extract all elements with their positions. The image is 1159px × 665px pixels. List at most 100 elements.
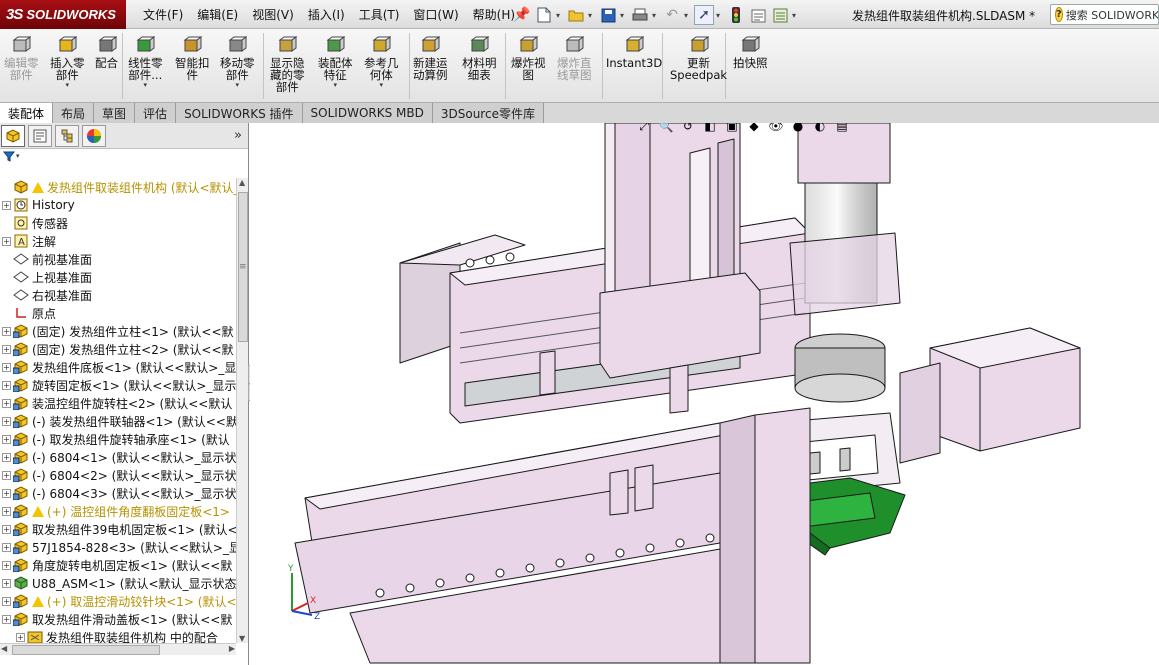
expand-icon[interactable]: + — [2, 578, 11, 588]
tab-3[interactable]: 评估 — [135, 103, 177, 123]
display-manager-tab-icon[interactable] — [82, 124, 106, 147]
zoom-to-fit-icon[interactable]: ⤢ — [635, 123, 653, 135]
expand-icon[interactable]: + — [2, 362, 11, 372]
undo-icon[interactable]: ↶ — [662, 5, 682, 25]
apply-scene-icon[interactable]: ◐ — [811, 123, 829, 135]
tree-node[interactable]: +57J1854-828<3> (默认<<默认>_显 — [0, 538, 236, 556]
filter-dropdown-icon[interactable]: ▾ — [16, 152, 20, 160]
chevron-down-icon[interactable]: ▾ — [143, 81, 147, 89]
expand-icon[interactable]: + — [2, 200, 11, 210]
view-settings-icon[interactable]: ▤ — [833, 123, 851, 135]
tab-4[interactable]: SOLIDWORKS 插件 — [176, 103, 303, 123]
scroll-up-arrow-icon[interactable]: ▲ — [239, 178, 245, 187]
tree-horizontal-scrollbar[interactable]: ◀ ▶ — [0, 643, 236, 655]
edit-component-button[interactable]: 编辑零 部件 — [4, 35, 39, 81]
expand-icon[interactable]: + — [2, 416, 11, 426]
tree-node[interactable]: + 旋转固定板<1> (默认<<默认>_显示 — [0, 376, 236, 394]
expand-icon[interactable]: + — [2, 506, 11, 516]
assembly-model-view[interactable]: Y X Z — [250, 123, 1159, 665]
tree-filter[interactable]: ▾ — [0, 149, 248, 163]
new-dropdown-icon[interactable]: ▾ — [556, 11, 564, 20]
instant3d-button[interactable]: Instant3D — [606, 35, 662, 69]
zoom-area-icon[interactable]: 🔍 — [657, 123, 675, 135]
open-folder-icon[interactable] — [566, 5, 586, 25]
tree-node[interactable]: 发热组件取装组件机构 (默认<默认_显 — [0, 178, 236, 196]
tree-node[interactable]: 上视基准面 — [0, 268, 236, 286]
file-properties-icon[interactable] — [748, 5, 768, 25]
tab-2[interactable]: 草图 — [94, 103, 136, 123]
expand-icon[interactable]: + — [2, 434, 11, 444]
tree-node[interactable]: + 取发热组件滑动盖板<1> (默认<<默 — [0, 610, 236, 628]
select-cursor-icon[interactable]: ➚ — [694, 5, 714, 25]
expand-icon[interactable]: + — [2, 236, 11, 246]
tree-node[interactable]: 右视基准面 — [0, 286, 236, 304]
expand-icon[interactable]: + — [16, 632, 25, 642]
scroll-right-arrow-icon[interactable]: ▶ — [229, 644, 235, 653]
property-manager-tab-icon[interactable] — [28, 124, 52, 147]
linear-pattern-button[interactable]: 线性零 部件... ▾ — [128, 35, 163, 89]
print-dropdown-icon[interactable]: ▾ — [652, 11, 660, 20]
exploded-view-button[interactable]: 爆炸视 图 — [511, 35, 546, 81]
expand-icon[interactable]: + — [2, 344, 11, 354]
bom-button[interactable]: 材料明 细表 — [462, 35, 497, 81]
hscroll-thumb[interactable] — [12, 645, 160, 655]
tree-node[interactable]: + 角度旋转电机固定板<1> (默认<<默 — [0, 556, 236, 574]
tab-0[interactable]: 装配体 — [0, 103, 54, 123]
expand-icon[interactable]: + — [2, 470, 11, 480]
menu-item[interactable]: 文件(F) — [136, 6, 190, 23]
tree-node[interactable]: + A 注解 — [0, 232, 236, 250]
options-dropdown-icon[interactable]: ▾ — [792, 11, 800, 20]
tree-node[interactable]: + (+) 取温控滑动铰针块<1> (默认< — [0, 592, 236, 610]
display-style-icon[interactable]: ◆ — [745, 123, 763, 135]
menu-item[interactable]: 插入(I) — [301, 6, 352, 23]
options-icon[interactable] — [770, 5, 790, 25]
edit-appearance-icon[interactable]: ● — [789, 123, 807, 135]
expand-icon[interactable]: + — [2, 542, 11, 552]
tab-6[interactable]: 3DSource零件库 — [432, 103, 544, 123]
tree-node[interactable]: + (-) 6804<1> (默认<<默认>_显示状 — [0, 448, 236, 466]
solidworks-logo[interactable]: 3S SOLIDWORKS — [0, 0, 126, 29]
explode-line-sketch-button[interactable]: 爆炸直 线草图 — [557, 35, 592, 81]
tree-node[interactable]: + 取发热组件39电机固定板<1> (默认< — [0, 520, 236, 538]
save-icon[interactable] — [598, 5, 618, 25]
new-document-icon[interactable] — [534, 5, 554, 25]
scroll-left-arrow-icon[interactable]: ◀ — [1, 644, 7, 653]
tree-node[interactable]: + (-) 6804<3> (默认<<默认>_显示状 — [0, 484, 236, 502]
view-orientation-icon[interactable]: ▣ — [723, 123, 741, 135]
reference-geometry-button[interactable]: 参考几 何体 ▾ — [364, 35, 399, 89]
tree-node[interactable]: + (-) 6804<2> (默认<<默认>_显示状 — [0, 466, 236, 484]
update-speedpak-button[interactable]: 更新 Speedpak — [670, 35, 727, 81]
tree-vertical-scrollbar[interactable]: ▲ ≡ ▼ — [236, 178, 248, 643]
new-motion-study-button[interactable]: 新建运 动算例 — [413, 35, 448, 81]
menu-item[interactable]: 窗口(W) — [406, 6, 465, 23]
search-box[interactable]: ? 搜索 SOLIDWORKS — [1050, 4, 1159, 25]
tab-5[interactable]: SOLIDWORKS MBD — [302, 103, 433, 123]
section-view-icon[interactable]: ◧ — [701, 123, 719, 135]
tree-node[interactable]: 传感器 — [0, 214, 236, 232]
graphics-area[interactable]: Y X Z ⤢ 🔍 ↺ ◧ ▣ ◆ 👁 ● ◐ ▤ — [250, 123, 1159, 665]
filter-icon[interactable] — [3, 151, 15, 162]
tree-node[interactable]: + 装温控组件旋转柱<2> (默认<<默认 — [0, 394, 236, 412]
menu-item[interactable]: 编辑(E) — [190, 6, 245, 23]
show-hidden-button[interactable]: 显示隐 藏的零 部件 — [270, 35, 305, 93]
hide-show-items-icon[interactable]: 👁 — [767, 123, 785, 135]
assembly-features-button[interactable]: 装配体 特征 ▾ — [318, 35, 353, 89]
tree-node[interactable]: + (固定) 发热组件立柱<2> (默认<<默 — [0, 340, 236, 358]
menu-item[interactable]: 工具(T) — [352, 6, 407, 23]
tree-node[interactable]: + U88_ASM<1> (默认<默认_显示状态 — [0, 574, 236, 592]
open-dropdown-icon[interactable]: ▾ — [588, 11, 596, 20]
scroll-down-arrow-icon[interactable]: ▼ — [239, 634, 245, 643]
insert-component-button[interactable]: 插入零 部件 ▾ — [50, 35, 85, 89]
tree-node[interactable]: 前视基准面 — [0, 250, 236, 268]
expand-icon[interactable]: + — [2, 398, 11, 408]
chevron-down-icon[interactable]: ▾ — [65, 81, 69, 89]
tree-node[interactable]: + 发热组件底板<1> (默认<<默认>_显 — [0, 358, 236, 376]
chevron-down-icon[interactable]: ▾ — [333, 81, 337, 89]
expand-icon[interactable]: + — [2, 614, 11, 624]
undo-dropdown-icon[interactable]: ▾ — [684, 11, 692, 20]
configuration-manager-tab-icon[interactable] — [55, 124, 79, 147]
tree-node[interactable]: + (-) 装发热组件联轴器<1> (默认<<默 — [0, 412, 236, 430]
expand-icon[interactable]: + — [2, 326, 11, 336]
expand-icon[interactable]: + — [2, 452, 11, 462]
move-component-button[interactable]: 移动零 部件 ▾ — [220, 35, 255, 89]
